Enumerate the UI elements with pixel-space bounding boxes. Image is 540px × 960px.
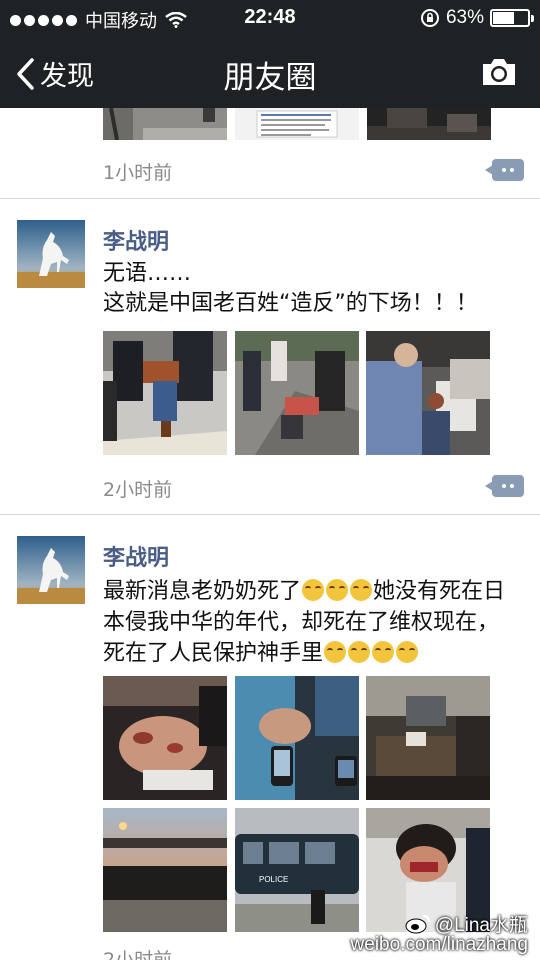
weibo-logo-icon [405,914,430,933]
post-text: 最新消息老奶奶死了 她没有死在日本侵我中华的年代，却死在了维权现在，死在了人民保护… [103,576,513,669]
crying-face-emoji-icon [302,579,325,601]
post-photo[interactable] [103,676,227,800]
post-photo[interactable] [366,331,490,455]
battery-icon [490,9,534,27]
crying-face-emoji-icon [372,641,395,663]
post-photo[interactable] [235,331,359,455]
post-timestamp: 2小时前 [103,949,173,960]
comment-button[interactable] [485,475,524,497]
crying-face-emoji-icon [326,579,349,601]
post-text-line: 这就是中国老百姓“造反”的下场！！！ [103,291,478,316]
avatar[interactable] [17,536,85,604]
author-name[interactable]: 李战明 [103,224,169,256]
comment-button[interactable] [485,159,524,181]
post-photo[interactable] [235,676,359,800]
watermark-handle: @Lina水瓶 [434,915,528,936]
watermark-url: weibo.com/linazhang [350,934,528,955]
crying-face-emoji-icon [324,641,347,663]
post-photo[interactable] [235,108,359,140]
battery-percent: 63% [445,7,484,28]
post-photo[interactable] [103,808,227,932]
bus-sign: POLICE [259,875,288,884]
post-text: 无语…… 这就是中国老百姓“造反”的下场！！！ [103,259,513,319]
post-photo[interactable] [103,331,227,455]
post-photo[interactable] [367,108,491,140]
battery-level [493,12,515,24]
post-timestamp: 1小时前 [103,162,173,184]
rotation-lock-icon [420,9,439,27]
post-timestamp: 2小时前 [103,479,173,501]
author-name[interactable]: 李战明 [103,540,169,572]
status-bar: 中国移动 22:48 63% [0,0,540,36]
post-text-line: 无语…… [103,261,192,286]
crying-face-emoji-icon [396,641,419,663]
nav-bar: 发现 朋友圈 [0,36,540,108]
camera-icon[interactable] [480,56,518,88]
page-title: 朋友圈 [223,60,317,96]
post-photo[interactable] [103,108,227,140]
post-photo[interactable]: POLICE [235,808,359,932]
post-divider [0,514,540,515]
post-photo[interactable] [366,676,490,800]
crying-face-emoji-icon [350,579,373,601]
post-text-segment: 最新消息老奶奶死了 [103,579,302,604]
avatar[interactable] [17,220,85,288]
crying-face-emoji-icon [348,641,371,663]
previous-post-images [103,108,491,140]
moments-feed[interactable]: 1小时前 李战明 无语…… 这就是中国老百姓“造反”的下场！！！ 2小时前 李战… [0,108,540,960]
weibo-watermark: @Lina水瓶 [405,910,528,937]
post-divider [0,198,540,199]
